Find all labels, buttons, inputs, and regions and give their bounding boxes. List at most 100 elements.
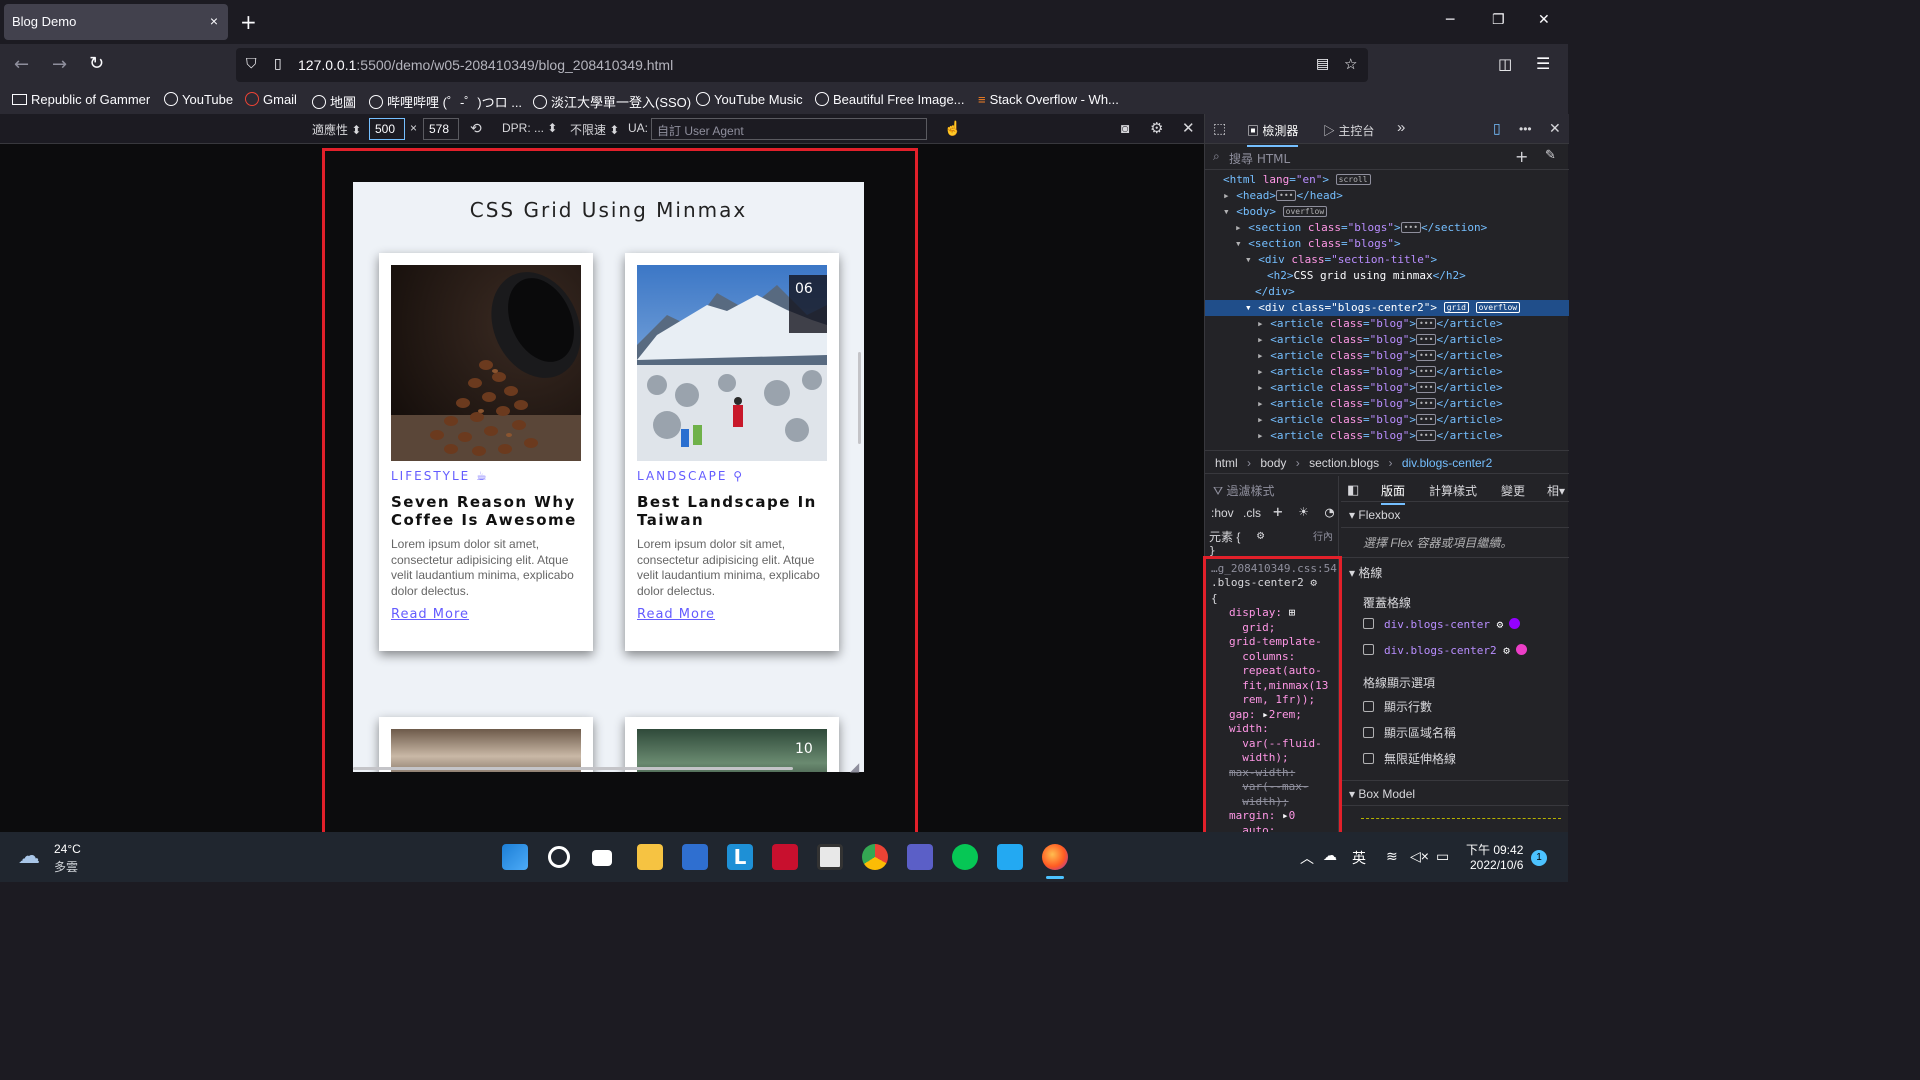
vscode-icon[interactable] bbox=[997, 844, 1023, 870]
crumb-div[interactable]: div.blogs-center2 bbox=[1402, 456, 1493, 470]
element-picker-icon[interactable]: ⬚ bbox=[1213, 120, 1226, 137]
ua-input[interactable]: 自訂 User Agent bbox=[651, 118, 927, 140]
weather-desc[interactable]: 多雲 bbox=[54, 858, 78, 875]
store-icon[interactable] bbox=[682, 844, 708, 870]
tree-node-article[interactable]: ▸ <article class="blog"> ••• </article> bbox=[1205, 396, 1569, 412]
close-window-icon[interactable]: ✕ bbox=[1538, 12, 1550, 28]
bookmark-map[interactable]: 地圖 bbox=[312, 92, 356, 111]
notification-badge[interactable]: 1 bbox=[1531, 850, 1547, 866]
tree-node-h2[interactable]: <h2>CSS grid using minmax</h2> bbox=[1205, 268, 1569, 284]
device-select[interactable]: 適應性 ⬍ bbox=[312, 121, 361, 138]
resize-handle-icon[interactable]: ◢ bbox=[850, 760, 859, 774]
read-more-link[interactable]: Read More bbox=[637, 607, 715, 622]
tree-node-head[interactable]: ▸ <head> ••• </head> bbox=[1205, 188, 1569, 204]
firefox-icon[interactable] bbox=[1042, 844, 1068, 870]
color-swatch[interactable] bbox=[1509, 618, 1521, 629]
tree-node-article[interactable]: ▸ <article class="blog"> ••• </article> bbox=[1205, 380, 1569, 396]
close-tab-icon[interactable]: × bbox=[210, 13, 218, 29]
tab-computed[interactable]: 計算樣式 bbox=[1429, 482, 1477, 499]
bookmark-beautiful-images[interactable]: Beautiful Free Image... bbox=[815, 92, 965, 107]
chrome-icon[interactable] bbox=[862, 844, 888, 870]
close-devtools-icon[interactable]: ✕ bbox=[1549, 120, 1561, 137]
weather-temp[interactable]: 24°C bbox=[54, 842, 81, 856]
start-icon[interactable] bbox=[502, 844, 528, 870]
responsive-mode-icon[interactable]: ▯ bbox=[1493, 120, 1501, 137]
github-desktop-icon[interactable] bbox=[817, 844, 843, 870]
tab-more[interactable]: 相▾ bbox=[1547, 482, 1565, 499]
box-model-header[interactable]: ▾ Box Model bbox=[1341, 780, 1569, 806]
filter-styles-input[interactable]: ⛛ 過濾樣式 bbox=[1213, 482, 1274, 499]
reader-view-icon[interactable]: ▤ bbox=[1316, 56, 1329, 72]
restore-icon[interactable]: ❐ bbox=[1492, 12, 1505, 28]
hov-toggle[interactable]: :hov bbox=[1211, 506, 1234, 520]
tree-node-selected[interactable]: ▾ <div class="blogs-center2"> grid overf… bbox=[1205, 300, 1569, 316]
weather-cloud-icon[interactable]: ☁ bbox=[18, 844, 40, 869]
bookmark-youtube[interactable]: YouTube bbox=[164, 92, 233, 107]
gear-icon[interactable]: ⚙ bbox=[1497, 618, 1504, 631]
task-view-icon[interactable] bbox=[592, 850, 612, 866]
more-tabs-icon[interactable]: » bbox=[1397, 119, 1405, 136]
checkbox[interactable] bbox=[1363, 644, 1374, 655]
tree-node-article[interactable]: ▸ <article class="blog"> ••• </article> bbox=[1205, 316, 1569, 332]
crumb-html[interactable]: html bbox=[1215, 456, 1238, 470]
crumb-body[interactable]: body bbox=[1260, 456, 1286, 470]
bookmark-tku-sso[interactable]: 淡江大學單一登入(SSO) bbox=[533, 92, 691, 111]
option-line-numbers[interactable]: 顯示行數 bbox=[1363, 698, 1432, 715]
new-tab-button[interactable]: + bbox=[240, 10, 257, 34]
height-input[interactable]: 578 bbox=[423, 118, 459, 140]
sidebar-toggle-icon[interactable]: ◧ bbox=[1347, 482, 1359, 498]
tree-node-div[interactable]: ▾ <div class="section-title"> bbox=[1205, 252, 1569, 268]
url-bar[interactable]: ⛉ ▯ 127.0.0.1:5500/demo/w05-208410349/bl… bbox=[236, 48, 1368, 82]
bookmark-stack-overflow[interactable]: ≡ Stack Overflow - Wh... bbox=[978, 92, 1119, 107]
read-more-link[interactable]: Read More bbox=[391, 607, 469, 622]
cls-toggle[interactable]: .cls bbox=[1243, 506, 1261, 520]
tree-node-section[interactable]: ▸ <section class="blogs"> ••• </section> bbox=[1205, 220, 1569, 236]
reload-icon[interactable]: ↻ bbox=[89, 53, 104, 74]
tree-node-article[interactable]: ▸ <article class="blog"> ••• </article> bbox=[1205, 348, 1569, 364]
dpr-select[interactable]: DPR: ... ⬍ bbox=[502, 121, 557, 135]
wifi-icon[interactable]: ≋ bbox=[1386, 848, 1398, 865]
grid-overlay-item[interactable]: div.blogs-center2 ⚙ bbox=[1363, 644, 1527, 657]
checkbox[interactable] bbox=[1363, 727, 1374, 738]
battery-icon[interactable]: ▭ bbox=[1436, 848, 1449, 865]
tree-node-article[interactable]: ▸ <article class="blog"> ••• </article> bbox=[1205, 412, 1569, 428]
flexbox-section-header[interactable]: ▾ Flexbox bbox=[1341, 502, 1569, 528]
bookmark-youtube-music[interactable]: YouTube Music bbox=[696, 92, 803, 107]
horizontal-scrollbar[interactable] bbox=[353, 767, 793, 770]
chevron-up-icon[interactable]: ︿ bbox=[1300, 848, 1314, 868]
grid-section-header[interactable]: ▾ 格線 bbox=[1341, 558, 1569, 584]
grid-overlay-item[interactable]: div.blogs-center ⚙ bbox=[1363, 618, 1521, 631]
back-icon[interactable]: ← bbox=[14, 54, 29, 75]
teams-icon[interactable] bbox=[907, 844, 933, 870]
shield-icon[interactable]: ⛉ bbox=[246, 56, 257, 72]
checkbox[interactable] bbox=[1363, 753, 1374, 764]
option-area-names[interactable]: 顯示區域名稱 bbox=[1363, 724, 1456, 741]
line-l-icon[interactable]: L bbox=[727, 844, 753, 870]
settings-icon[interactable]: ⚙ bbox=[1150, 119, 1163, 137]
vertical-scrollbar[interactable] bbox=[858, 352, 861, 444]
throttle-select[interactable]: 不限速 ⬍ bbox=[570, 121, 619, 138]
file-explorer-icon[interactable] bbox=[637, 844, 663, 870]
tree-node-html[interactable]: <html lang="en"> scroll bbox=[1205, 172, 1569, 188]
mcafee-icon[interactable] bbox=[772, 844, 798, 870]
search-icon[interactable] bbox=[548, 846, 570, 868]
tab-console[interactable]: ▷ 主控台 bbox=[1323, 122, 1374, 139]
tab-changes[interactable]: 變更 bbox=[1501, 482, 1525, 499]
rotate-icon[interactable]: ⟲ bbox=[470, 120, 482, 137]
tree-node-article[interactable]: ▸ <article class="blog"> ••• </article> bbox=[1205, 364, 1569, 380]
tree-node-article[interactable]: ▸ <article class="blog"> ••• </article> bbox=[1205, 332, 1569, 348]
tree-node-section[interactable]: ▾ <section class="blogs"> bbox=[1205, 236, 1569, 252]
html-search-input[interactable]: ⌕ 搜尋 HTML + ✎ bbox=[1205, 144, 1569, 170]
eyedropper-icon[interactable]: ✎ bbox=[1545, 148, 1556, 163]
line-chat-icon[interactable] bbox=[952, 844, 978, 870]
screenshot-icon[interactable]: ◙ bbox=[1121, 120, 1129, 136]
bookmark-star-icon[interactable]: ☆ bbox=[1344, 55, 1357, 73]
touch-icon[interactable]: ☝ bbox=[944, 120, 961, 137]
add-rule-icon[interactable]: + bbox=[1273, 502, 1283, 521]
forward-icon[interactable]: → bbox=[52, 54, 67, 75]
print-icon[interactable]: ◔ bbox=[1325, 503, 1334, 521]
color-swatch[interactable] bbox=[1515, 644, 1527, 655]
clock-date[interactable]: 2022/10/6 bbox=[1470, 858, 1523, 872]
tree-node-body[interactable]: ▾ <body> overflow bbox=[1205, 204, 1569, 220]
cloud-icon[interactable]: ☁ bbox=[1323, 847, 1337, 864]
